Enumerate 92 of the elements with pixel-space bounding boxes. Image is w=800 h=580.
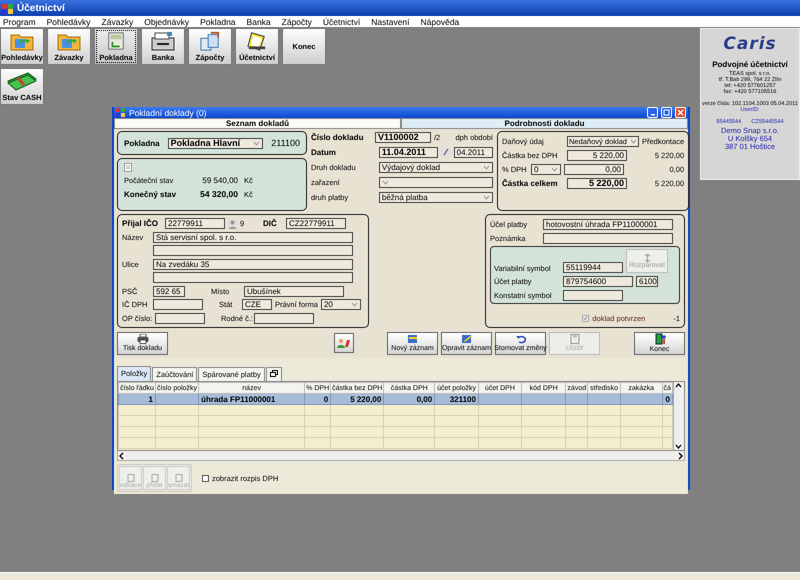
text-field[interactable] bbox=[563, 290, 623, 300]
vertical-scrollbar[interactable] bbox=[673, 382, 684, 450]
dialog-title-bar: Pokladní doklady (0) bbox=[114, 107, 688, 118]
text-field[interactable]: hotovostní úhrada FP11000001 bbox=[543, 218, 673, 230]
text-field[interactable] bbox=[155, 312, 205, 324]
text-field[interactable] bbox=[543, 232, 673, 244]
text-field[interactable]: 0,00 bbox=[564, 164, 624, 174]
app-icon bbox=[116, 108, 126, 118]
text-field[interactable]: 6100 bbox=[636, 276, 658, 286]
app-icon bbox=[2, 2, 14, 14]
tab[interactable]: Seznam dokladů bbox=[114, 118, 401, 129]
text-field[interactable]: 55119944 bbox=[563, 262, 623, 273]
menu-item[interactable]: Nápověda bbox=[420, 16, 460, 26]
menu-item[interactable]: Nastavení bbox=[370, 16, 411, 26]
field-label: Přijal IČO bbox=[122, 219, 160, 228]
person-id-icon bbox=[337, 338, 351, 348]
scroll-down-icon bbox=[674, 442, 683, 450]
balance-value: 54 320,00 bbox=[199, 189, 238, 199]
text-field[interactable] bbox=[153, 245, 353, 256]
checkmark-icon bbox=[583, 315, 588, 321]
logo: Caris bbox=[723, 34, 777, 54]
scroll-right-icon bbox=[676, 452, 684, 460]
text-field[interactable]: CZE bbox=[242, 299, 272, 310]
field-label: DIČ bbox=[263, 219, 278, 228]
product-title: Podvojné účetnictví bbox=[712, 60, 788, 69]
split-arrows-icon bbox=[644, 254, 650, 262]
document-icon bbox=[126, 474, 134, 482]
menu-item[interactable]: Program bbox=[2, 16, 37, 26]
document-icon bbox=[150, 474, 158, 482]
text-field[interactable]: Na zvedáku 35 bbox=[153, 258, 353, 270]
field-label: Částka celkem bbox=[502, 178, 559, 188]
id-card-button[interactable] bbox=[334, 333, 354, 353]
text-field[interactable]: 22779911 bbox=[165, 218, 225, 230]
dropdown[interactable] bbox=[378, 176, 493, 188]
text-field[interactable]: 5 220,00 bbox=[567, 150, 627, 160]
table-cell: úhrada FP11000001 bbox=[198, 394, 305, 404]
pencil-icon[interactable] bbox=[440, 147, 451, 157]
floppy-icon bbox=[568, 334, 580, 344]
document-icon bbox=[406, 334, 418, 344]
app-title-bar: Účetnictví bbox=[0, 0, 800, 16]
undo-icon bbox=[514, 334, 526, 344]
windows-icon bbox=[270, 370, 278, 377]
menu-item[interactable]: Pohledávky bbox=[46, 16, 92, 26]
maximize-button[interactable] bbox=[661, 107, 672, 118]
menu-item[interactable]: Zápočty bbox=[280, 16, 313, 26]
text-field[interactable] bbox=[153, 299, 203, 310]
text-field[interactable]: 04.2011 bbox=[454, 146, 493, 158]
document-icon bbox=[460, 334, 472, 344]
text-field[interactable]: 5 220,00 bbox=[567, 178, 627, 188]
exit-door-icon bbox=[654, 333, 666, 345]
text-field[interactable] bbox=[254, 312, 314, 324]
table-row[interactable]: 1 úhrada FP11000001 0 5 220,00 0,00 321100 0 bbox=[118, 394, 672, 404]
text-field[interactable]: Ubušínek bbox=[244, 286, 344, 297]
text-field[interactable]: 879754600 bbox=[563, 276, 633, 286]
scroll-left-icon bbox=[118, 452, 126, 460]
banknotes-icon bbox=[6, 71, 38, 91]
menu-item[interactable]: Účetnictví bbox=[322, 16, 362, 26]
text-field[interactable]: 592 65 bbox=[153, 286, 185, 297]
dropdown[interactable]: běžná platba bbox=[378, 192, 493, 202]
text-field[interactable] bbox=[153, 272, 353, 284]
menu-item[interactable]: Banka bbox=[246, 16, 272, 26]
horizontal-scrollbar[interactable] bbox=[117, 451, 685, 461]
close-button[interactable] bbox=[675, 107, 686, 118]
balance-label: Konečný stav bbox=[124, 190, 178, 198]
table-cell: 1 bbox=[118, 394, 156, 404]
date-field[interactable]: 11.04.2011 bbox=[378, 146, 438, 158]
printer-icon bbox=[136, 334, 148, 344]
menu-item[interactable]: Závazky bbox=[100, 16, 134, 26]
drawer-icon bbox=[150, 31, 176, 51]
dropdown[interactable]: 20 bbox=[320, 299, 361, 310]
documents-icon bbox=[198, 31, 222, 51]
field-label: Číslo dokladu bbox=[311, 132, 364, 142]
text-field[interactable]: V1100002 bbox=[375, 132, 431, 142]
field-label: Pokladna bbox=[124, 138, 160, 148]
scroll-up-icon bbox=[674, 382, 683, 390]
maximize-icon bbox=[663, 109, 670, 116]
note-icon bbox=[124, 163, 132, 172]
text-field[interactable]: Stá servisní spol. s r.o. bbox=[153, 232, 353, 243]
account-code: 211100 bbox=[271, 138, 300, 148]
menu-item[interactable]: Pokladna bbox=[199, 16, 237, 26]
document-icon bbox=[174, 474, 182, 482]
restore-tab[interactable] bbox=[266, 367, 282, 381]
balance-value: 59 540,00 bbox=[201, 176, 238, 185]
minimize-button[interactable] bbox=[647, 107, 658, 118]
dropdown[interactable]: Pokladna Hlavní bbox=[168, 138, 264, 148]
field-label: Datum bbox=[311, 148, 337, 156]
dropdown[interactable]: Výdajový doklad bbox=[378, 162, 493, 172]
menu-item[interactable]: Objednávky bbox=[143, 16, 190, 26]
close-icon bbox=[677, 109, 684, 116]
text-field[interactable]: CZ22779911 bbox=[286, 218, 346, 230]
tab[interactable]: Podrobnosti dokladu bbox=[401, 118, 688, 129]
dropdown[interactable]: 0 bbox=[531, 164, 561, 174]
